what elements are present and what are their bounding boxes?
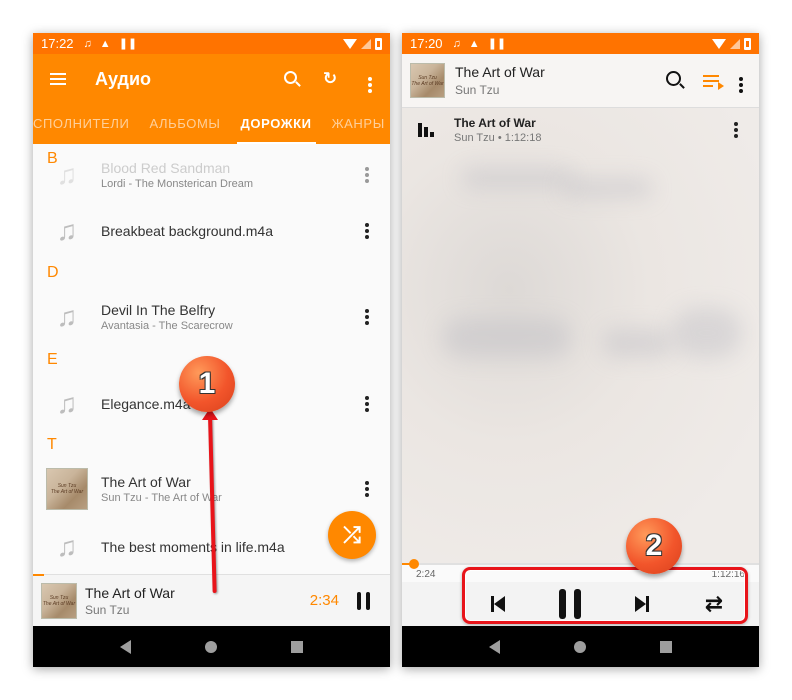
annotation-callout-2: 2 (626, 518, 682, 574)
section-header: E (47, 351, 58, 368)
shuffle-button[interactable]: ⤮ (328, 511, 376, 559)
status-bar: 17:20 ♫ ▲ ❚❚ (402, 33, 759, 54)
track-more-button[interactable] (344, 396, 390, 412)
track-subtitle: Sun Tzu - The Art of War (101, 492, 222, 504)
page-title: Аудио (95, 68, 152, 89)
track-more-button[interactable] (713, 122, 759, 138)
tab-tracks[interactable]: ДОРОЖКИ (231, 104, 322, 144)
search-button[interactable] (270, 69, 310, 89)
album-art: Sun Tzu The Art of War (41, 582, 77, 619)
mini-player-progress (33, 574, 44, 576)
status-time: 17:20 (410, 36, 443, 51)
music-note-icon: ♫ (56, 531, 78, 562)
shuffle-icon: ⤮ (343, 522, 361, 547)
music-note-icon: ♫ (56, 159, 78, 190)
annotation-highlight-controls (462, 567, 748, 624)
section-header: T (47, 436, 57, 453)
recents-icon[interactable] (291, 640, 303, 653)
tab-artists[interactable]: СПОЛНИТЕЛИ (33, 104, 139, 144)
search-button[interactable] (666, 70, 681, 91)
pause-button[interactable] (357, 591, 370, 610)
list-item[interactable]: ♫ Devil In The Belfry Avantasia - The Sc… (33, 292, 390, 342)
now-playing-body: The Art of War Sun Tzu • 1:12:18 (402, 108, 759, 563)
album-art-thumbnail: Sun Tzu The Art of War (33, 468, 101, 510)
more-vert-icon (365, 481, 369, 497)
queue-track-subtitle: Sun Tzu • 1:12:18 (454, 132, 542, 144)
tab-albums[interactable]: АЛЬБОМЫ (139, 104, 230, 144)
section-header: D (47, 264, 59, 281)
resume-playback-button[interactable]: ↻ (310, 69, 350, 89)
queue-track-item[interactable]: The Art of War Sun Tzu • 1:12:18 (402, 108, 759, 152)
seek-bar[interactable] (402, 559, 759, 569)
music-note-icon: ♫ (56, 301, 78, 332)
battery-icon (375, 37, 382, 50)
annotation-callout-1: 1 (179, 356, 235, 412)
playing-equalizer-icon (402, 123, 450, 137)
home-icon[interactable] (574, 640, 586, 653)
mini-player-title: The Art of War (85, 584, 175, 601)
seek-thumb[interactable] (408, 559, 419, 569)
wifi-icon (712, 38, 726, 49)
back-icon[interactable] (120, 639, 131, 654)
more-vert-icon (365, 223, 369, 239)
more-vert-icon (368, 76, 372, 93)
album-art: Sun Tzu The Art of War (46, 468, 88, 510)
more-vert-icon (365, 396, 369, 412)
track-title: Devil In The Belfry (101, 302, 216, 318)
track-more-button[interactable] (344, 309, 390, 325)
more-options-button[interactable] (350, 66, 390, 93)
status-time: 17:22 (41, 36, 74, 51)
more-vert-icon (739, 77, 743, 93)
track-subtitle: Lordi - The Monsterican Dream (101, 178, 254, 190)
track-title: The Art of War (101, 474, 191, 490)
track-title: Breakbeat background.m4a (101, 223, 273, 239)
now-playing-header: Sun Tzu The Art of War The Art of War Su… (402, 54, 759, 108)
signal-icon (730, 38, 740, 49)
wifi-icon (343, 38, 357, 49)
warning-icon: ▲ (99, 37, 111, 50)
list-item[interactable]: ♫ Breakbeat background.m4a (33, 206, 390, 256)
system-nav-bar (402, 626, 759, 667)
battery-icon (744, 37, 751, 50)
track-more-button[interactable] (344, 481, 390, 497)
tab-genres[interactable]: ЖАНРЫ (322, 104, 390, 144)
notification-music-icon: ♫ (452, 37, 461, 50)
now-playing-artist: Sun Tzu (455, 83, 500, 97)
mini-player-artist: Sun Tzu (85, 602, 130, 617)
recents-icon[interactable] (660, 640, 672, 653)
menu-icon (50, 73, 66, 85)
search-icon (666, 70, 681, 86)
back-icon[interactable] (489, 639, 500, 654)
warning-icon: ▲ (468, 37, 480, 50)
more-vert-icon (365, 309, 369, 325)
track-subtitle: Avantasia - The Scarecrow (101, 320, 233, 332)
more-vert-icon (365, 167, 369, 183)
more-vert-icon (734, 122, 738, 138)
list-item[interactable]: ♫ Blood Red Sandman Lordi - The Monsteri… (33, 150, 390, 200)
status-bar: 17:22 ♫ ▲ ❚❚ (33, 33, 390, 54)
queue-track-title: The Art of War (454, 116, 536, 130)
history-play-icon: ↻ (322, 69, 338, 88)
notification-music-icon: ♫ (83, 37, 92, 50)
mini-player-time: 2:34 (309, 592, 339, 609)
signal-icon (361, 38, 371, 49)
system-nav-bar (33, 626, 390, 667)
elapsed-time: 2:24 (416, 569, 436, 580)
pause-notification-icon: ❚❚ (118, 38, 138, 50)
search-icon (283, 71, 297, 84)
queue-button[interactable] (703, 74, 724, 90)
music-note-icon: ♫ (56, 388, 78, 419)
now-playing-title: The Art of War (455, 64, 545, 80)
menu-button[interactable] (33, 73, 83, 85)
album-art: Sun Tzu The Art of War (410, 63, 445, 98)
app-bar: Аудио ↻ (33, 54, 390, 104)
tab-bar: СПОЛНИТЕЛИ АЛЬБОМЫ ДОРОЖКИ ЖАНРЫ (33, 104, 390, 144)
track-more-button[interactable] (344, 223, 390, 239)
home-icon[interactable] (205, 640, 217, 653)
music-note-icon: ♫ (56, 215, 78, 246)
more-options-button[interactable] (739, 68, 743, 93)
pause-notification-icon: ❚❚ (487, 38, 507, 50)
track-more-button[interactable] (344, 167, 390, 183)
track-title: Blood Red Sandman (101, 160, 231, 176)
